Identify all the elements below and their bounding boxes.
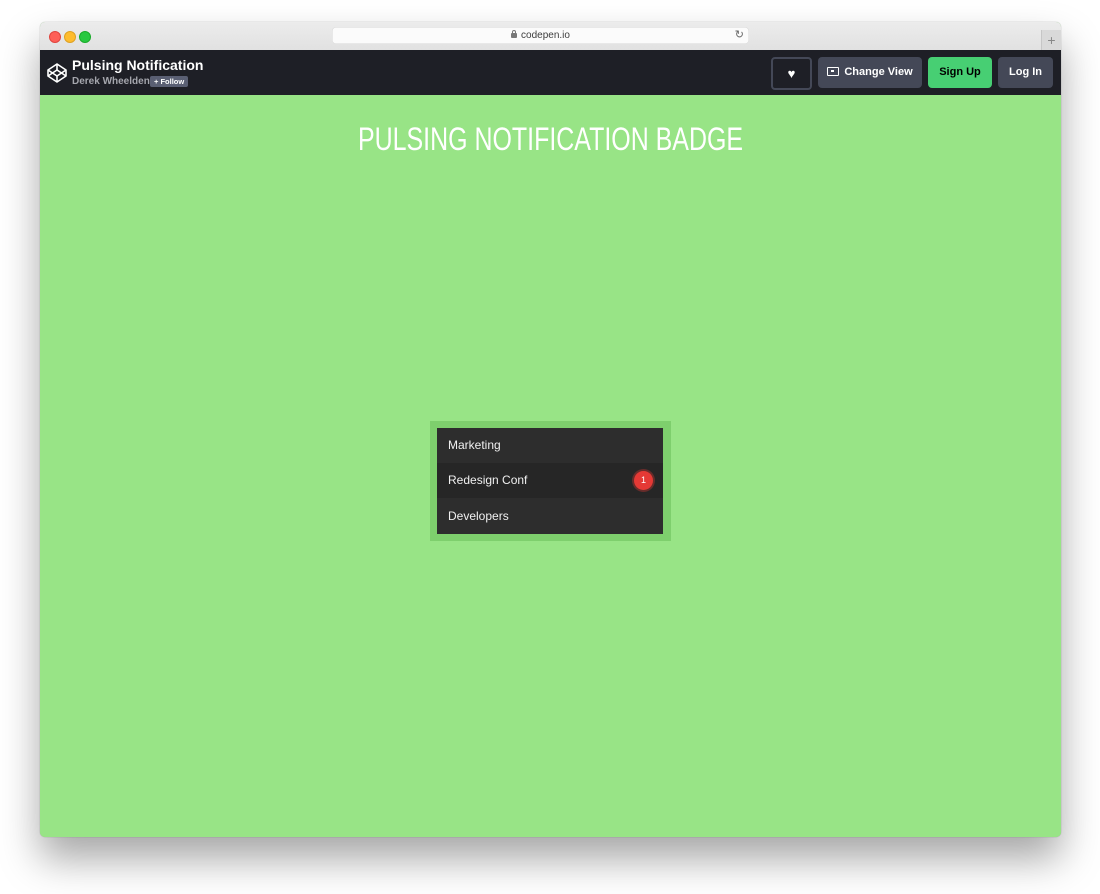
author-name[interactable]: Derek Wheelden <box>72 76 150 87</box>
minimize-window-button[interactable] <box>64 31 76 43</box>
notification-menu: Marketing Redesign Conf 1 Developers <box>437 428 663 534</box>
address-bar-content: codepen.io <box>332 27 749 44</box>
window-view-icon <box>827 67 840 76</box>
notification-badge: 1 <box>634 471 653 490</box>
codepen-logo-icon[interactable] <box>46 62 68 84</box>
browser-window: codepen.io ↻ + Pulsing Notification Dere… <box>40 22 1061 837</box>
browser-toolbar: codepen.io ↻ + <box>40 22 1061 51</box>
heart-button[interactable]: ♥ <box>771 57 812 90</box>
maximize-window-button[interactable] <box>79 31 91 43</box>
sign-up-button[interactable]: Sign Up <box>928 57 992 88</box>
menu-item-label: Marketing <box>448 438 501 452</box>
change-view-button[interactable]: Change View <box>818 57 922 88</box>
change-view-label: Change View <box>844 66 913 78</box>
reload-icon[interactable]: ↻ <box>735 27 744 44</box>
log-in-button[interactable]: Log In <box>998 57 1053 88</box>
pen-preview: PULSING NOTIFICATION BADGE Marketing Red… <box>40 95 1061 837</box>
menu-item-developers[interactable]: Developers <box>437 498 663 534</box>
menu-item-marketing[interactable]: Marketing <box>437 428 663 463</box>
menu-frame: Marketing Redesign Conf 1 Developers <box>430 421 671 541</box>
menu-item-label: Developers <box>448 509 509 523</box>
url-text: codepen.io <box>521 30 570 41</box>
page-title: PULSING NOTIFICATION BADGE <box>357 121 744 157</box>
heart-icon: ♥ <box>787 66 796 81</box>
lock-icon <box>511 30 518 38</box>
pen-title: Pulsing Notification <box>72 57 204 73</box>
menu-item-redesign-conf[interactable]: Redesign Conf 1 <box>437 463 663 498</box>
new-tab-button[interactable]: + <box>1041 30 1061 50</box>
follow-button[interactable]: + Follow <box>150 76 189 87</box>
close-window-button[interactable] <box>49 31 61 43</box>
address-bar[interactable]: codepen.io ↻ <box>332 27 749 44</box>
codepen-header: Pulsing Notification Derek Wheelden + Fo… <box>40 50 1061 95</box>
menu-item-label: Redesign Conf <box>448 473 528 487</box>
